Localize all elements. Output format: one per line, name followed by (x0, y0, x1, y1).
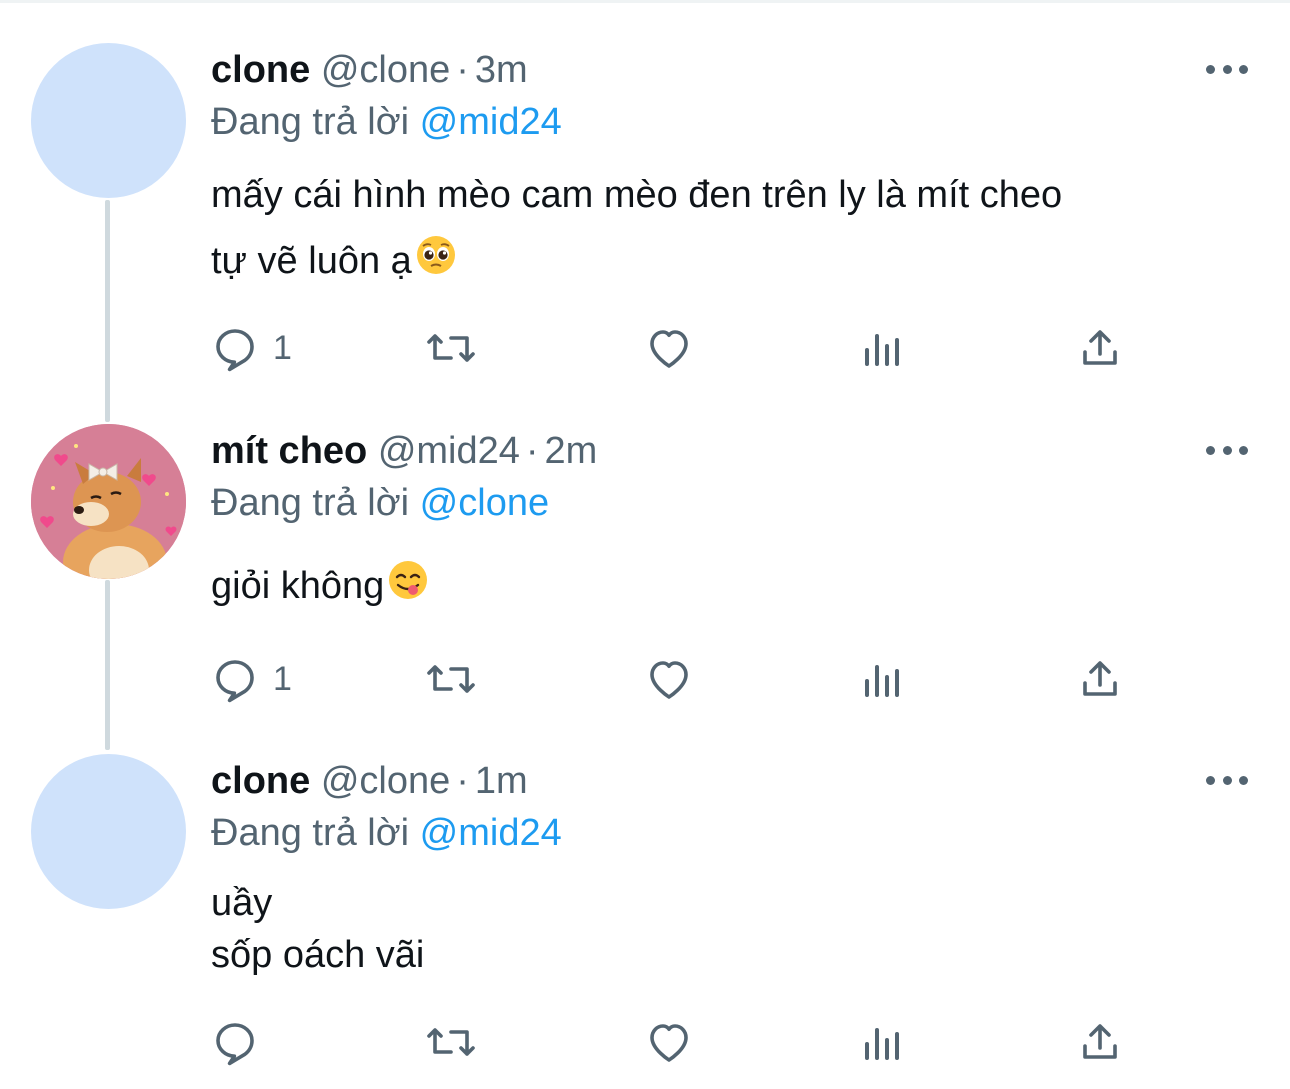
reply-prefix: Đang trả lời (211, 482, 410, 524)
tweet-text-line: mấy cái hình mèo cam mèo đen trên ly là … (211, 174, 1063, 216)
tweet-text: mấy cái hình mèo cam mèo đen trên ly là … (211, 162, 1062, 296)
dog-avatar-image (31, 424, 186, 579)
views-button[interactable] (859, 1014, 907, 1070)
mention-link[interactable]: @mid24 (420, 812, 562, 854)
user-handle[interactable]: @clone (321, 760, 450, 802)
separator-dot: · (456, 49, 469, 91)
yum-face-emoji (388, 555, 428, 621)
reply-prefix: Đang trả lời (211, 812, 410, 854)
tweet-header: clone @clone · 1m (211, 759, 528, 803)
tweet-text: giỏi không (211, 553, 428, 621)
retweet-icon (427, 334, 475, 362)
heart-icon (650, 661, 688, 699)
views-button[interactable] (859, 320, 907, 376)
share-button[interactable] (1076, 651, 1124, 707)
share-icon (1083, 1024, 1117, 1059)
avatar[interactable] (31, 424, 186, 579)
retweet-button[interactable] (423, 651, 479, 707)
display-name[interactable]: clone (211, 760, 310, 802)
tweet-text: uầy sốp oách vãi (211, 877, 424, 981)
mention-link[interactable]: @clone (420, 482, 549, 524)
tweet-text-line: sốp oách vãi (211, 934, 425, 976)
like-button[interactable] (644, 1014, 694, 1070)
tweet[interactable]: mít cheo @mid24 · 2m Đang trả lời @clone g… (0, 400, 1290, 730)
reply-button[interactable] (211, 1014, 273, 1070)
heart-icon (650, 330, 688, 368)
more-options-icon[interactable] (1206, 443, 1248, 457)
avatar[interactable] (31, 754, 186, 909)
analytics-icon (865, 665, 899, 697)
retweet-icon (427, 1028, 475, 1056)
display-name[interactable]: mít cheo (211, 430, 367, 472)
reply-icon (216, 1023, 254, 1066)
tweet-actions (211, 1014, 1131, 1070)
mention-link[interactable]: @mid24 (420, 101, 562, 143)
like-button[interactable] (644, 651, 694, 707)
tweet-actions: 1 (211, 320, 1131, 376)
separator-dot: · (456, 760, 469, 802)
share-button[interactable] (1076, 1014, 1124, 1070)
tweet-header: mít cheo @mid24 · 2m (211, 429, 597, 473)
reply-icon (216, 329, 254, 372)
user-handle[interactable]: @mid24 (378, 430, 520, 472)
reply-button[interactable]: 1 (211, 320, 292, 376)
reply-count: 1 (273, 659, 292, 698)
timestamp[interactable]: 2m (545, 430, 598, 472)
reply-prefix: Đang trả lời (211, 101, 410, 143)
retweet-button[interactable] (423, 1014, 479, 1070)
reply-icon (216, 660, 254, 703)
avatar[interactable] (31, 43, 186, 198)
share-button[interactable] (1076, 320, 1124, 376)
replying-to: Đang trả lời @mid24 (211, 811, 562, 855)
tweet-actions: 1 (211, 651, 1131, 707)
analytics-icon (865, 1028, 899, 1060)
share-icon (1083, 661, 1117, 696)
timestamp[interactable]: 3m (475, 49, 528, 91)
pleading-face-emoji (416, 230, 456, 296)
retweet-icon (427, 665, 475, 693)
more-options-icon[interactable] (1206, 773, 1248, 787)
like-button[interactable] (644, 320, 694, 376)
tweet-text-line: uầy (211, 882, 273, 924)
analytics-icon (865, 334, 899, 366)
separator-dot: · (525, 430, 539, 472)
views-button[interactable] (859, 651, 907, 707)
tweet[interactable]: clone @clone · 3m Đang trả lời @mid24 mấy … (0, 0, 1290, 400)
tweet-header: clone @clone · 3m (211, 48, 528, 92)
tweet[interactable]: clone @clone · 1m Đang trả lời @mid24 uầy … (0, 730, 1290, 1089)
replying-to: Đang trả lời @mid24 (211, 100, 562, 144)
replying-to: Đang trả lời @clone (211, 481, 549, 525)
display-name[interactable]: clone (211, 49, 310, 91)
reply-button[interactable]: 1 (211, 651, 292, 707)
more-options-icon[interactable] (1206, 62, 1248, 76)
reply-count: 1 (273, 328, 292, 367)
retweet-button[interactable] (423, 320, 479, 376)
user-handle[interactable]: @clone (321, 49, 450, 91)
tweet-text-line: tự vẽ luôn ạ (211, 228, 1062, 296)
share-icon (1083, 330, 1117, 365)
timestamp[interactable]: 1m (475, 760, 528, 802)
tweet-text-line: giỏi không (211, 553, 428, 621)
heart-icon (650, 1024, 688, 1062)
